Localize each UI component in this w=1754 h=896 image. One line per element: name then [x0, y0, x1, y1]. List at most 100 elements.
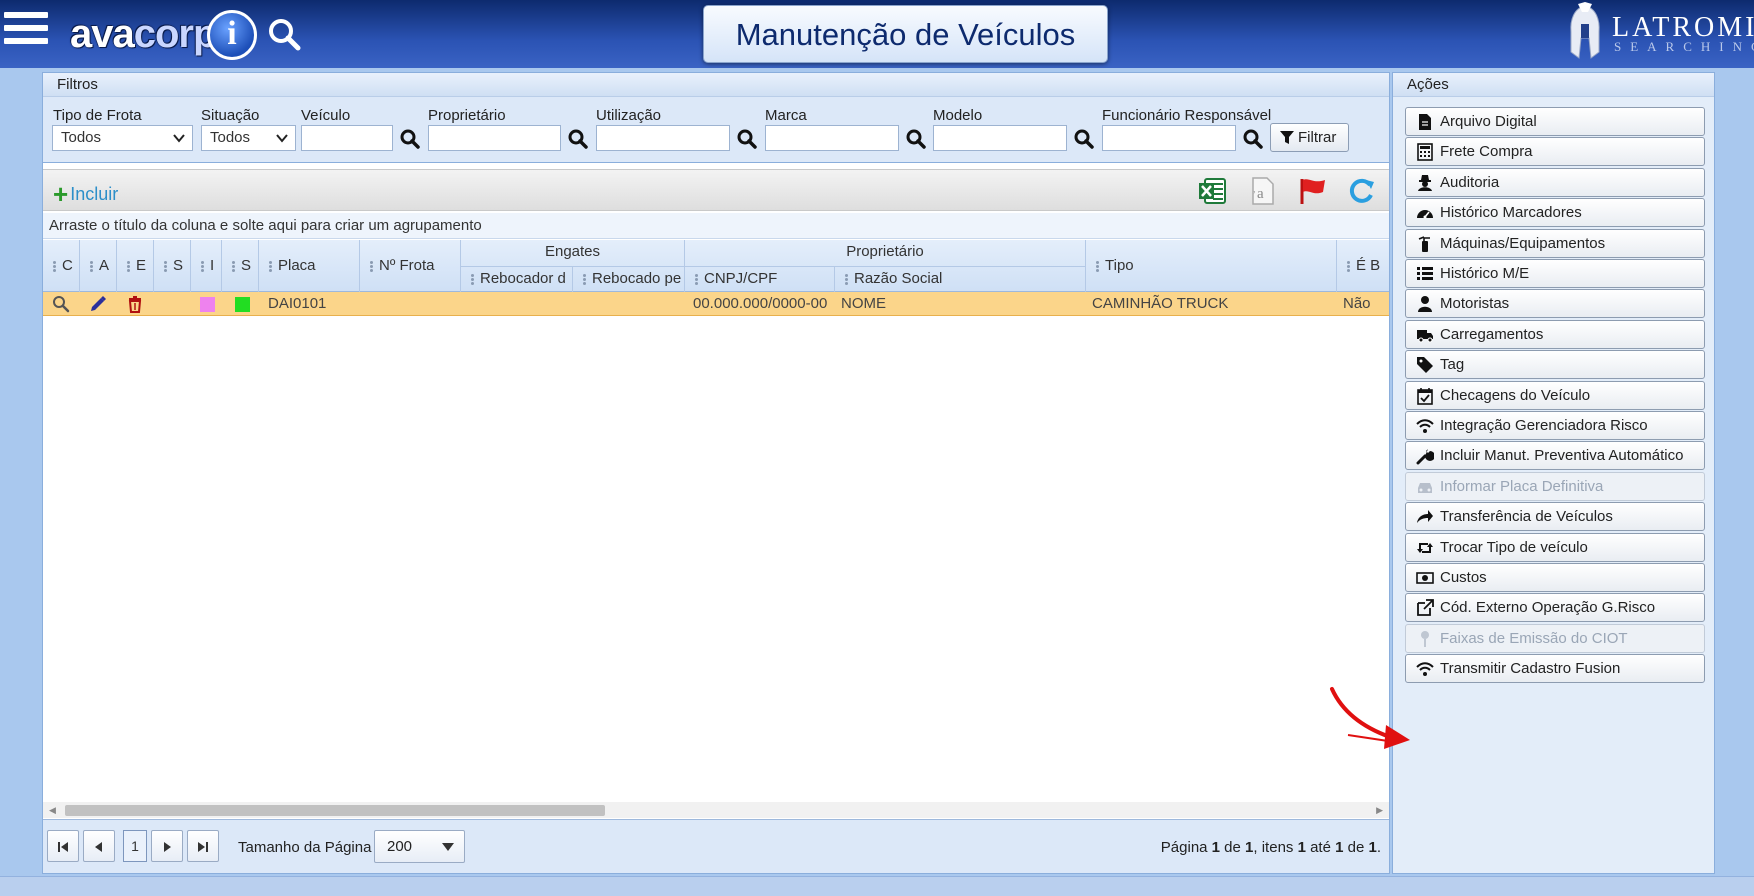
page-size-select[interactable]: 200 — [374, 830, 465, 863]
excel-export-icon[interactable] — [1197, 176, 1227, 206]
action-button-label: Carregamentos — [1440, 325, 1544, 343]
top-bar: avacorp i Manutenção de Veículos LATROMI… — [0, 0, 1754, 68]
col-cnpj[interactable]: CNPJ/CPF — [685, 266, 835, 292]
table-row[interactable]: DAI0101 00.000.000/0000-00 NOME CAMINHÃO… — [43, 292, 1389, 316]
utilizacao-search-icon[interactable] — [736, 128, 758, 150]
modelo-input[interactable] — [933, 125, 1067, 151]
text-export-icon[interactable]: a , — [1247, 176, 1277, 206]
menu-icon[interactable] — [4, 12, 48, 52]
refresh-icon[interactable] — [1346, 176, 1376, 206]
action-button-label: Motoristas — [1440, 295, 1510, 313]
proprietario-label: Proprietário — [428, 107, 506, 124]
file-icon — [1419, 114, 1431, 130]
modelo-label: Modelo — [933, 107, 983, 124]
action-button[interactable]: Tag — [1405, 350, 1705, 380]
scroll-right-icon[interactable]: ▶ — [1376, 805, 1383, 816]
share-icon — [1417, 510, 1433, 524]
col-e[interactable]: E — [117, 240, 154, 292]
pager: 1 Tamanho da Página 200 Página 1 de 1, i… — [43, 819, 1389, 873]
utilizacao-input[interactable] — [596, 125, 730, 151]
action-button[interactable]: Integração Gerenciadora Risco — [1405, 411, 1705, 440]
marca-search-icon[interactable] — [905, 128, 927, 150]
action-button-label: Trocar Tipo de veículo — [1440, 538, 1588, 556]
filter-button[interactable]: Filtrar — [1270, 123, 1349, 152]
last-page-button[interactable] — [187, 830, 219, 862]
page-size-label: Tamanho da Página — [238, 839, 372, 856]
col-s2[interactable]: S — [222, 240, 259, 292]
action-button[interactable]: Auditoria — [1405, 167, 1705, 197]
car-icon — [1418, 482, 1432, 493]
wifi-icon — [1416, 662, 1434, 677]
scroll-left-icon[interactable]: ◀ — [49, 805, 56, 816]
proprietario-input[interactable] — [428, 125, 561, 151]
first-page-button[interactable] — [47, 830, 79, 862]
first-page-icon — [58, 842, 68, 852]
delete-trash-icon[interactable] — [126, 295, 144, 313]
page-title: Manutenção de Veículos — [703, 5, 1108, 63]
action-button[interactable]: Transferência de Veículos — [1405, 502, 1705, 532]
situacao-select[interactable]: Todos — [201, 125, 296, 151]
next-page-button[interactable] — [151, 830, 183, 862]
action-button[interactable]: Custos — [1405, 563, 1705, 592]
map-pin-icon — [1421, 630, 1429, 647]
main-panel: Filtros Tipo de Frota Todos Situação Tod… — [42, 72, 1390, 874]
action-button[interactable]: Transmitir Cadastro Fusion — [1405, 654, 1705, 684]
action-button[interactable]: Trocar Tipo de veículo — [1405, 532, 1705, 562]
external-link-icon — [1417, 599, 1434, 617]
action-button[interactable]: Cód. Externo Operação G.Risco — [1405, 593, 1705, 623]
action-button[interactable]: Máquinas/Equipamentos — [1405, 228, 1705, 258]
filters-title: Filtros — [43, 73, 1389, 97]
funcionario-input[interactable] — [1102, 125, 1236, 151]
proprietario-search-icon[interactable] — [567, 128, 589, 150]
action-button[interactable]: Frete Compra — [1405, 137, 1705, 167]
action-button[interactable]: Arquivo Digital — [1405, 107, 1705, 136]
tag-icon — [1417, 357, 1433, 374]
col-tipo[interactable]: Tipo — [1086, 240, 1337, 292]
include-button[interactable]: + Incluir — [53, 179, 118, 210]
col-rebocado[interactable]: Rebocado pe — [573, 266, 685, 292]
action-button[interactable]: Motoristas — [1405, 289, 1705, 319]
search-icon[interactable] — [266, 16, 302, 52]
list-icon — [1417, 267, 1433, 280]
view-icon[interactable] — [52, 295, 70, 313]
footer-bar — [0, 876, 1754, 896]
col-i[interactable]: I — [191, 240, 222, 292]
action-button[interactable]: Carregamentos — [1405, 319, 1705, 349]
col-eb[interactable]: É B — [1337, 240, 1389, 292]
horizontal-scrollbar[interactable]: ◀ ▶ — [43, 802, 1389, 818]
plus-icon: + — [53, 179, 69, 209]
grid-toolbar: + Incluir a , — [43, 169, 1389, 211]
veiculo-input[interactable] — [301, 125, 393, 151]
flag-icon[interactable] — [1297, 176, 1327, 206]
col-razao[interactable]: Razão Social — [835, 266, 1086, 292]
col-s1[interactable]: S — [154, 240, 191, 292]
funcionario-search-icon[interactable] — [1242, 128, 1264, 150]
action-button-label: Auditoria — [1440, 173, 1500, 191]
col-rebocador[interactable]: Rebocador d — [461, 266, 573, 292]
edit-pencil-icon[interactable] — [89, 295, 107, 313]
marca-input[interactable] — [765, 125, 899, 151]
status-color-swatch — [200, 297, 215, 312]
current-page[interactable]: 1 — [123, 830, 147, 862]
prev-page-button[interactable] — [83, 830, 115, 862]
cell-placa: DAI0101 — [268, 295, 327, 312]
action-button[interactable]: Checagens do Veículo — [1405, 380, 1705, 410]
col-a[interactable]: A — [80, 240, 117, 292]
next-page-icon — [164, 842, 171, 852]
dropdown-arrow-icon — [442, 843, 454, 851]
veiculo-search-icon[interactable] — [399, 128, 421, 150]
dashboard-icon — [1417, 210, 1433, 219]
cell-tipo: CAMINHÃO TRUCK — [1092, 295, 1229, 312]
col-group-proprietario: Proprietário — [685, 240, 1086, 266]
filter-icon — [1280, 131, 1294, 144]
col-c[interactable]: C — [43, 240, 80, 292]
action-button[interactable]: Incluir Manut. Preventiva Automático — [1405, 441, 1705, 471]
action-button-label: Arquivo Digital — [1440, 113, 1537, 130]
col-frota[interactable]: Nº Frota — [360, 240, 461, 292]
col-placa[interactable]: Placa — [259, 240, 360, 292]
action-button[interactable]: Histórico Marcadores — [1405, 198, 1705, 228]
action-button[interactable]: Histórico M/E — [1405, 259, 1705, 288]
modelo-search-icon[interactable] — [1073, 128, 1095, 150]
tipo-frota-select[interactable]: Todos — [52, 125, 193, 151]
scrollbar-thumb[interactable] — [65, 805, 605, 816]
